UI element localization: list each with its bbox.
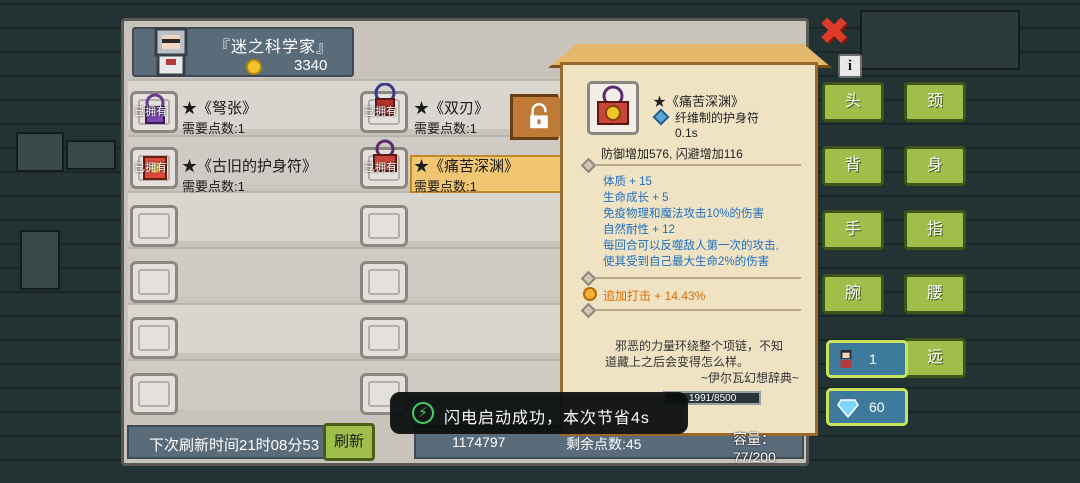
stat-line: 免疫物理和魔法攻击10%的伤害 <box>603 208 765 220</box>
item-name[interactable]: ★《双刃》 <box>414 97 489 118</box>
item-name[interactable]: ★《痛苦深渊》 <box>414 155 519 176</box>
info-icon[interactable]: i <box>838 54 862 78</box>
capacity-label: 容量：77/200 <box>733 431 776 465</box>
lore-text: 道藏上之后会变得怎么样。 <box>605 355 750 369</box>
stat-line: 使其受到自己最大生命2%的伤害 <box>603 256 770 268</box>
owned-label: 已拥有 <box>134 106 167 118</box>
equip-slot-neck[interactable]: 颈 <box>904 82 966 122</box>
owned-label: 已拥有 <box>364 106 397 118</box>
empty-item-slot[interactable] <box>130 261 178 303</box>
tooltip-item-type: 纤维制的护身符 <box>675 111 760 125</box>
tooltip-defense: 防御增加576, 闪避增加116 <box>601 147 743 161</box>
bottom-gold: 1174797 <box>452 434 506 450</box>
item-points: 需要点数:1 <box>182 179 245 194</box>
equip-slot-body[interactable]: 身 <box>904 146 966 186</box>
toast-text: 闪电启动成功，本次节省4s <box>444 410 650 427</box>
item-points: 需要点数:1 <box>182 121 245 136</box>
toast-notification: ⚡ 闪电启动成功，本次节省4s <box>390 392 688 434</box>
empty-item-slot[interactable] <box>360 317 408 359</box>
bonus-rune-icon <box>583 287 597 301</box>
gem-socket-icon <box>580 157 597 174</box>
item-points: 需要点数:1 <box>414 179 477 194</box>
refresh-button[interactable]: 刷新 <box>323 423 375 461</box>
gem-socket-icon <box>580 302 597 319</box>
lore-source: ~伊尔瓦幻想辞典~ <box>701 371 800 385</box>
character-count: 1 <box>869 351 877 367</box>
stat-line: 自然耐性 + 12 <box>603 224 675 236</box>
equip-slot-back[interactable]: 背 <box>822 146 884 186</box>
background-furniture <box>66 140 116 170</box>
equip-slot-wrist[interactable]: 腕 <box>822 274 884 314</box>
tooltip-item-time: 0.1s <box>675 126 698 140</box>
lore-text: 邪恶的力量环绕整个项链，不知 <box>615 339 784 353</box>
player-title: 『迷之科学家』 <box>214 39 334 56</box>
character-icon <box>840 350 852 368</box>
stat-line: 每回合可以反噬敌人第一次的攻击, <box>603 240 779 252</box>
tooltip-item-name: ★《痛苦深渊》 <box>653 94 745 109</box>
gem-socket-icon <box>580 270 597 287</box>
stat-line: 生命成长 + 5 <box>603 192 669 204</box>
diamond-icon <box>652 108 670 126</box>
exp-text: 1991/8500 <box>689 393 737 404</box>
item-name[interactable]: ★《古旧的护身符》 <box>182 155 317 176</box>
lightning-icon: ⚡ <box>412 402 434 424</box>
owned-label: 已拥有 <box>134 162 167 174</box>
diamond-count: 60 <box>869 399 885 415</box>
background-furniture <box>20 230 60 290</box>
player-avatar <box>154 27 188 77</box>
divider <box>595 277 801 279</box>
empty-item-slot[interactable] <box>130 317 178 359</box>
divider <box>595 164 801 166</box>
lock-icon <box>530 103 548 129</box>
refresh-timer-bar: 下次刷新时间21时08分53 <box>127 425 327 459</box>
empty-item-slot[interactable] <box>360 205 408 247</box>
remaining-points: 剩余点数:45 <box>566 436 642 452</box>
item-tooltip: ★《痛苦深渊》 纤维制的护身符 0.1s 防御增加576, 闪避增加116 体质… <box>560 62 818 465</box>
close-icon[interactable]: ✖ <box>818 12 850 50</box>
equip-slot-ranged[interactable]: 远 <box>904 338 966 378</box>
background-wall <box>860 10 1020 70</box>
refresh-timer: 下次刷新时间21时08分53 <box>149 437 320 454</box>
owned-label: 已拥有 <box>364 162 397 174</box>
character-count-button[interactable]: 1 <box>826 340 908 378</box>
equip-slot-hand[interactable]: 手 <box>822 210 884 250</box>
player-header: 『迷之科学家』 3340 <box>132 27 354 77</box>
bonus-stat: 追加打击 + 14.43% <box>603 289 706 303</box>
equip-slot-waist[interactable]: 腰 <box>904 274 966 314</box>
stat-line: 体质 + 15 <box>603 176 652 188</box>
tooltip-item-icon <box>587 81 639 135</box>
item-name[interactable]: ★《弩张》 <box>182 97 257 118</box>
equip-slot-finger[interactable]: 指 <box>904 210 966 250</box>
coin-icon <box>246 59 262 75</box>
empty-item-slot[interactable] <box>130 205 178 247</box>
diamond-icon <box>837 399 859 418</box>
background-furniture <box>16 132 64 172</box>
gold-amount: 3340 <box>294 57 328 74</box>
empty-item-slot[interactable] <box>360 261 408 303</box>
divider <box>595 309 801 311</box>
empty-item-slot[interactable] <box>130 373 178 415</box>
equip-slot-head[interactable]: 头 <box>822 82 884 122</box>
item-points: 需要点数:1 <box>414 121 477 136</box>
diamond-count-button[interactable]: 60 <box>826 388 908 426</box>
